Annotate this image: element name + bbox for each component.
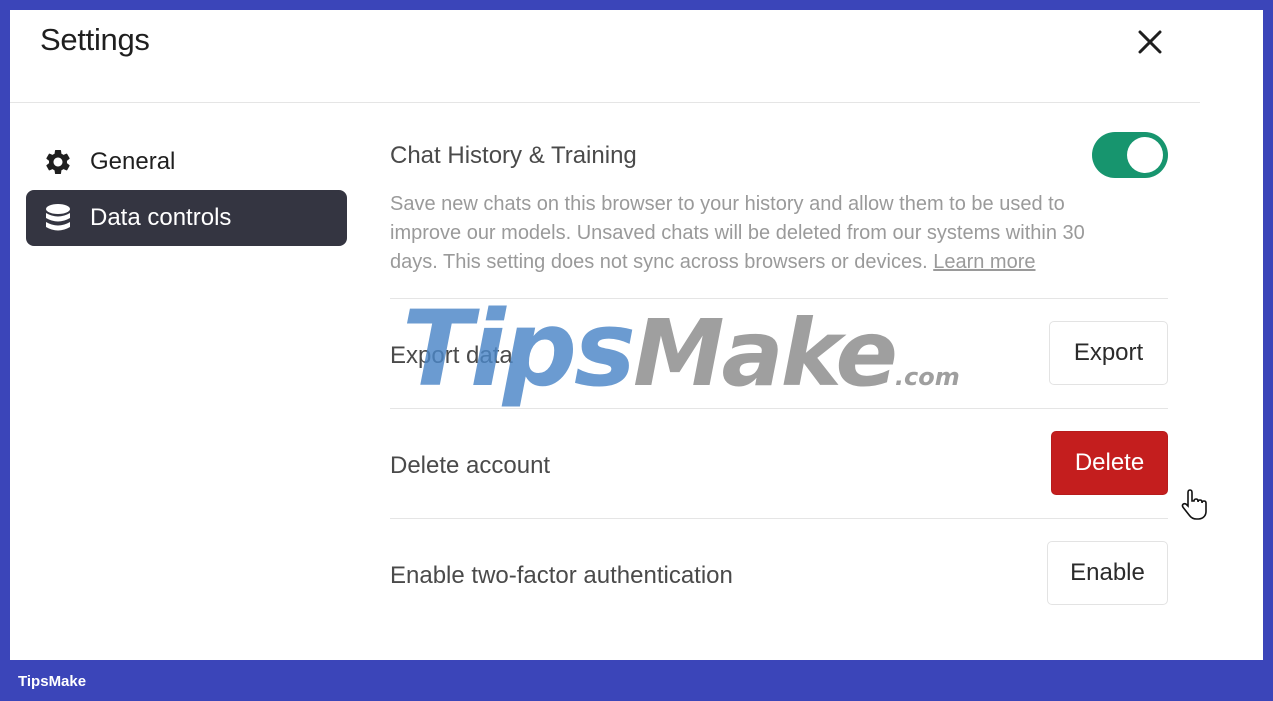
chat-history-title: Chat History & Training xyxy=(390,142,637,169)
sidebar-item-data-controls[interactable]: Data controls xyxy=(26,190,347,246)
settings-dialog: Settings General Data controls Chat Hist… xyxy=(10,10,1263,660)
sidebar-item-general[interactable]: General xyxy=(26,134,347,190)
section-divider xyxy=(390,518,1168,519)
delete-button[interactable]: Delete xyxy=(1051,431,1168,495)
learn-more-link[interactable]: Learn more xyxy=(933,251,1035,273)
close-icon xyxy=(1138,30,1162,54)
export-data-label: Export data xyxy=(390,342,513,369)
close-button[interactable] xyxy=(1134,26,1166,58)
chat-history-toggle[interactable] xyxy=(1092,132,1168,178)
sidebar-item-label: General xyxy=(90,148,176,175)
section-divider xyxy=(390,408,1168,409)
export-button[interactable]: Export xyxy=(1049,321,1168,385)
two-factor-label: Enable two-factor authentication xyxy=(390,562,733,589)
page-title: Settings xyxy=(40,22,150,57)
toggle-knob xyxy=(1127,137,1163,173)
sidebar-item-label: Data controls xyxy=(90,204,232,231)
section-divider xyxy=(390,298,1168,299)
footer-brand: TipsMake xyxy=(18,673,87,690)
database-icon xyxy=(42,202,74,234)
header-divider xyxy=(10,102,1200,103)
hand-cursor-icon xyxy=(1181,489,1207,520)
enable-button[interactable]: Enable xyxy=(1047,541,1168,605)
delete-account-label: Delete account xyxy=(390,452,551,479)
chat-history-description: Save new chats on this browser to your h… xyxy=(390,190,1130,277)
gear-icon xyxy=(42,146,74,178)
